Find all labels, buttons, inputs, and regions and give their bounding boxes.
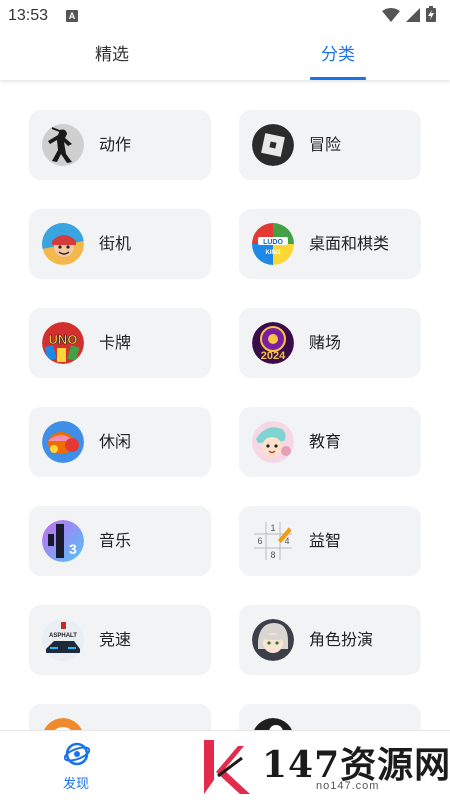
svg-text:1: 1 (270, 523, 275, 533)
active-tab-indicator (310, 77, 366, 80)
watermark: 147资源网 no147.com (198, 736, 450, 800)
category-card-partial-right[interactable] (239, 704, 421, 730)
category-label: 音乐 (99, 531, 132, 550)
svg-text:8: 8 (270, 550, 275, 560)
category-label: 赌场 (309, 333, 342, 352)
magic-tiles-icon: 3 (42, 520, 84, 562)
category-label: 桌面和棋类 (309, 234, 390, 253)
toca-boca-icon (252, 421, 294, 463)
wifi-icon (382, 7, 400, 26)
category-label: 教育 (309, 432, 342, 451)
svg-text:2024: 2024 (261, 350, 286, 362)
signal-icon (406, 7, 420, 26)
nav-discover-label: 发现 (62, 777, 89, 792)
partial-pool-ball-icon (252, 718, 294, 730)
category-card-music[interactable]: 3 音乐 (29, 506, 211, 576)
status-indicators (382, 6, 436, 26)
category-card-puzzle[interactable]: 1648 益智 (239, 506, 421, 576)
category-label: 冒险 (309, 135, 342, 154)
watermark-url: no147.com (316, 780, 380, 792)
tab-categories[interactable]: 分类 (268, 32, 408, 80)
casino-2024-icon: 2024 (252, 322, 294, 364)
partial-orange-icon (42, 718, 84, 730)
uno-icon: UNO (42, 322, 84, 364)
svg-text:3: 3 (69, 541, 77, 557)
asphalt-icon: ASPHALT (42, 619, 84, 661)
category-label: 动作 (99, 135, 132, 154)
category-card-partial-left[interactable] (29, 704, 211, 730)
svg-text:KING: KING (266, 250, 281, 256)
category-card-board[interactable]: LUDO KING 桌面和棋类 (239, 209, 421, 279)
category-card-card[interactable]: UNO 卡牌 (29, 308, 211, 378)
category-label: 街机 (99, 234, 132, 253)
category-card-arcade[interactable]: 街机 (29, 209, 211, 279)
category-card-action[interactable]: 动作 (29, 110, 211, 180)
svg-text:ASPHALT: ASPHALT (49, 633, 77, 639)
discover-icon (63, 741, 91, 771)
svg-text:LUDO: LUDO (263, 239, 283, 246)
shadow-fighter-icon (42, 124, 84, 166)
notification-icon: A (66, 10, 79, 22)
top-tab-bar: 精选 分类 (0, 32, 450, 80)
status-time: 13:53 (8, 7, 49, 24)
subway-surfers-icon (42, 223, 84, 265)
category-grid: 动作 冒险 街机 LUDO KING 桌面和棋类 UNO 卡牌 2024 赌场 (0, 80, 450, 730)
category-label: 卡牌 (99, 333, 132, 352)
status-bar: 13:53 A (0, 0, 450, 32)
category-card-casual[interactable]: 休闲 (29, 407, 211, 477)
roblox-icon (252, 124, 294, 166)
svg-text:UNO: UNO (49, 332, 78, 347)
candy-crush-icon (42, 421, 84, 463)
category-card-education[interactable]: 教育 (239, 407, 421, 477)
tab-featured[interactable]: 精选 (42, 32, 182, 80)
category-label: 竞速 (99, 630, 132, 649)
svg-text:6: 6 (257, 536, 262, 546)
battery-icon (426, 6, 436, 26)
category-label: 休闲 (99, 432, 132, 451)
category-card-adventure[interactable]: 冒险 (239, 110, 421, 180)
anime-character-icon (252, 619, 294, 661)
watermark-logo-icon (198, 736, 260, 800)
category-label: 角色扮演 (309, 630, 374, 649)
nav-discover[interactable]: 发现 (48, 741, 104, 797)
category-card-racing[interactable]: ASPHALT 竞速 (29, 605, 211, 675)
category-card-casino[interactable]: 2024 赌场 (239, 308, 421, 378)
ludo-king-icon: LUDO KING (252, 223, 294, 265)
sudoku-icon: 1648 (252, 520, 294, 562)
category-label: 益智 (309, 531, 342, 550)
category-card-role-playing[interactable]: 角色扮演 (239, 605, 421, 675)
